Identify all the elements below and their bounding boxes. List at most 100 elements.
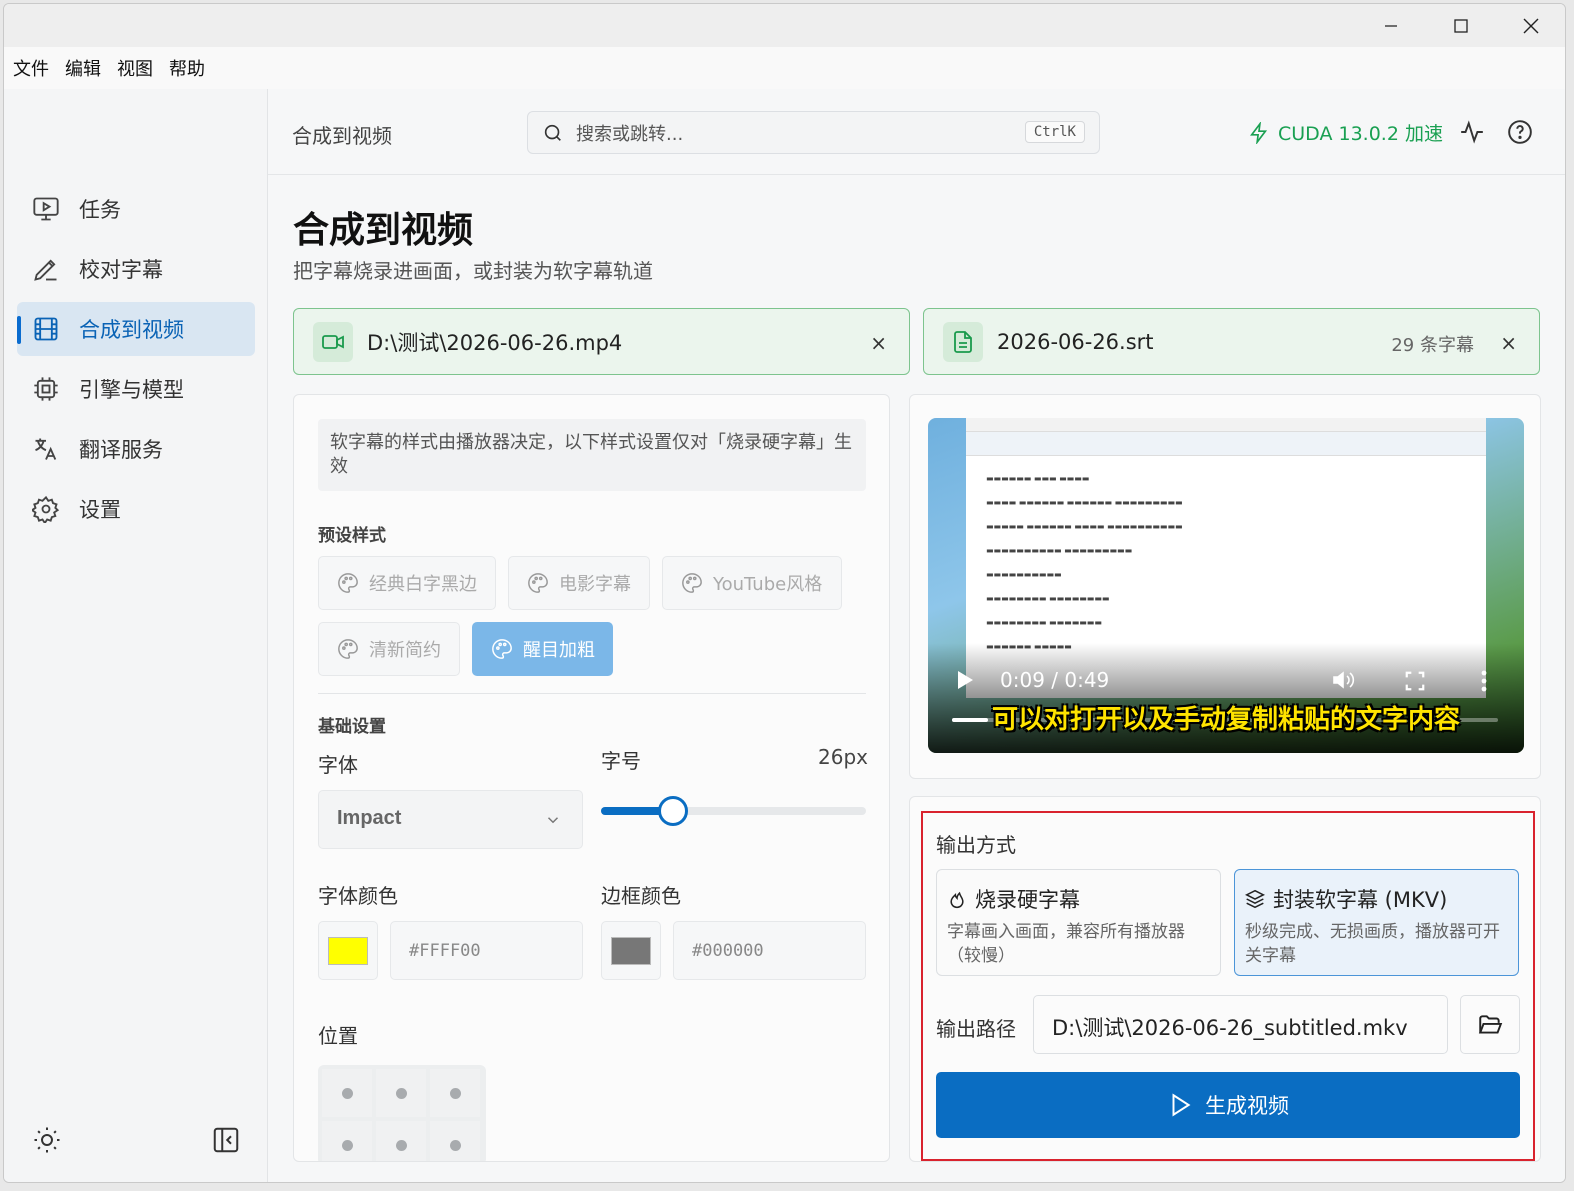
close-icon xyxy=(1523,18,1539,33)
play-icon[interactable] xyxy=(956,670,974,690)
border-color-swatch[interactable] xyxy=(601,921,661,980)
preset-classic[interactable]: 经典白字黑边 xyxy=(318,556,496,610)
size-slider[interactable] xyxy=(601,796,866,826)
cuda-status[interactable]: CUDA 13.0.2 加速 xyxy=(1248,119,1443,146)
subtitle-file-name: 2026-06-26.srt xyxy=(997,329,1154,354)
lightning-icon xyxy=(1248,121,1270,144)
size-slider-knob[interactable] xyxy=(657,796,688,826)
palette-icon xyxy=(527,572,549,594)
position-middle-center[interactable] xyxy=(376,1121,426,1161)
output-path-input[interactable]: D:\测试\2026-06-26_subtitled.mkv xyxy=(1033,995,1448,1054)
border-color-preview xyxy=(611,936,651,965)
sidebar-item-tasks[interactable]: 任务 xyxy=(17,182,255,236)
activity-icon[interactable] xyxy=(1457,117,1487,147)
maximize-button[interactable] xyxy=(1426,4,1496,47)
mode-soft-mkv[interactable]: 封装软字幕 (MKV) 秒级完成、无损画质，播放器可开关字幕 xyxy=(1234,869,1519,976)
position-grid xyxy=(318,1065,486,1161)
output-mode-title: 输出方式 xyxy=(936,833,1016,857)
font-color-preview xyxy=(328,936,368,965)
position-middle-right[interactable] xyxy=(430,1121,480,1161)
languages-icon xyxy=(29,432,63,466)
preset-label: 清新简约 xyxy=(369,640,441,661)
subtitle-count: 29 条字幕 xyxy=(1391,335,1474,356)
mode-title: 封装软字幕 (MKV) xyxy=(1273,888,1448,912)
preset-youtube[interactable]: YouTube风格 xyxy=(662,556,842,610)
preset-label: YouTube风格 xyxy=(713,574,823,595)
palette-icon xyxy=(491,638,513,660)
subtitle-file-card[interactable]: 2026-06-26.srt 29 条字幕 × xyxy=(923,308,1540,375)
menu-bar: 文件 编辑 视图 帮助 xyxy=(4,47,1565,89)
video-file-card[interactable]: D:\测试\2026-06-26.mp4 × xyxy=(293,308,910,375)
divider xyxy=(318,693,866,694)
more-options-icon[interactable] xyxy=(1480,670,1488,692)
sidebar-item-settings[interactable]: 设置 xyxy=(17,482,255,536)
sidebar-item-label: 设置 xyxy=(79,498,121,522)
position-top-right[interactable] xyxy=(430,1069,480,1117)
border-color-input[interactable]: #000000 xyxy=(673,921,866,980)
size-label: 字号 xyxy=(601,749,641,773)
video-preview[interactable]: ▬▬▬▬▬▬ ▬▬▬ ▬▬▬▬ ▬▬▬▬ ▬▬▬▬▬▬ ▬▬▬▬▬▬ ▬▬▬▬▬… xyxy=(928,418,1524,753)
border-color-label: 边框颜色 xyxy=(601,884,681,908)
gear-icon xyxy=(29,492,63,526)
layers-icon xyxy=(1245,889,1265,909)
sidebar-item-compose[interactable]: 合成到视频 xyxy=(17,302,255,356)
collapse-sidebar-icon[interactable] xyxy=(211,1125,241,1159)
help-icon[interactable] xyxy=(1505,117,1535,147)
close-window-button[interactable] xyxy=(1496,4,1565,47)
menu-file[interactable]: 文件 xyxy=(13,55,49,81)
sidebar-item-label: 引擎与模型 xyxy=(79,378,184,402)
font-color-label: 字体颜色 xyxy=(318,884,398,908)
sidebar-item-label: 合成到视频 xyxy=(79,318,184,342)
mode-description: 秒级完成、无损画质，播放器可开关字幕 xyxy=(1245,922,1500,966)
position-top-center[interactable] xyxy=(376,1069,426,1117)
preset-label: 醒目加粗 xyxy=(523,640,595,661)
fullscreen-icon[interactable] xyxy=(1404,670,1426,692)
menu-view[interactable]: 视图 xyxy=(117,55,153,81)
chevron-down-icon xyxy=(544,811,562,829)
volume-icon[interactable] xyxy=(1330,668,1356,692)
app-window: 文件 编辑 视图 帮助 任务 校对字幕 合成到视频 引擎与模型 翻译服务 设置 … xyxy=(3,3,1566,1183)
video-time: 0:09 / 0:49 xyxy=(1000,668,1110,692)
remove-subtitle-button[interactable]: × xyxy=(1500,331,1517,355)
font-color-swatch[interactable] xyxy=(318,921,378,980)
mode-description: 字幕画入画面，兼容所有播放器（较慢） xyxy=(947,922,1185,966)
video-camera-icon xyxy=(313,321,353,362)
flame-icon xyxy=(947,889,967,909)
sun-icon[interactable] xyxy=(32,1125,62,1159)
minimize-icon xyxy=(1385,24,1397,27)
mode-burn-hard[interactable]: 烧录硬字幕 字幕画入画面，兼容所有播放器（较慢） xyxy=(936,869,1221,976)
page-title: 合成到视频 xyxy=(293,210,474,251)
header-title: 合成到视频 xyxy=(292,124,392,148)
search-input[interactable]: 搜索或跳转... CtrlK xyxy=(527,111,1100,154)
file-text-icon xyxy=(943,321,983,362)
style-panel: 软字幕的样式由播放器决定，以下样式设置仅对「烧录硬字幕」生效 预设样式 经典白字… xyxy=(293,394,890,1162)
browse-folder-button[interactable] xyxy=(1460,995,1520,1054)
sidebar-item-engines[interactable]: 引擎与模型 xyxy=(17,362,255,416)
minimize-button[interactable] xyxy=(1356,4,1426,47)
preset-fresh[interactable]: 清新简约 xyxy=(318,622,460,676)
output-path-label: 输出路径 xyxy=(936,1017,1016,1041)
preset-movie[interactable]: 电影字幕 xyxy=(508,556,650,610)
video-file-name: D:\测试\2026-06-26.mp4 xyxy=(367,330,623,355)
font-color-input[interactable]: #FFFF00 xyxy=(390,921,583,980)
font-select[interactable]: Impact xyxy=(318,790,583,849)
palette-icon xyxy=(337,572,359,594)
generate-label: 生成视频 xyxy=(1205,1094,1289,1118)
generate-video-button[interactable]: 生成视频 xyxy=(936,1072,1520,1138)
sidebar-item-translation[interactable]: 翻译服务 xyxy=(17,422,255,476)
preset-label: 电影字幕 xyxy=(559,574,631,595)
film-icon xyxy=(29,312,63,346)
sidebar-item-proofread[interactable]: 校对字幕 xyxy=(17,242,255,296)
cpu-icon xyxy=(29,372,63,406)
folder-open-icon xyxy=(1477,1012,1503,1038)
preset-bold[interactable]: 醒目加粗 xyxy=(472,622,613,676)
position-label: 位置 xyxy=(318,1024,358,1048)
position-top-left[interactable] xyxy=(322,1069,372,1117)
sidebar-item-label: 任务 xyxy=(79,198,121,222)
menu-edit[interactable]: 编辑 xyxy=(65,55,101,81)
position-middle-left[interactable] xyxy=(322,1121,372,1161)
menu-help[interactable]: 帮助 xyxy=(169,55,205,81)
search-placeholder: 搜索或跳转... xyxy=(576,123,684,145)
remove-video-button[interactable]: × xyxy=(870,331,887,355)
presets-label: 预设样式 xyxy=(318,526,386,546)
